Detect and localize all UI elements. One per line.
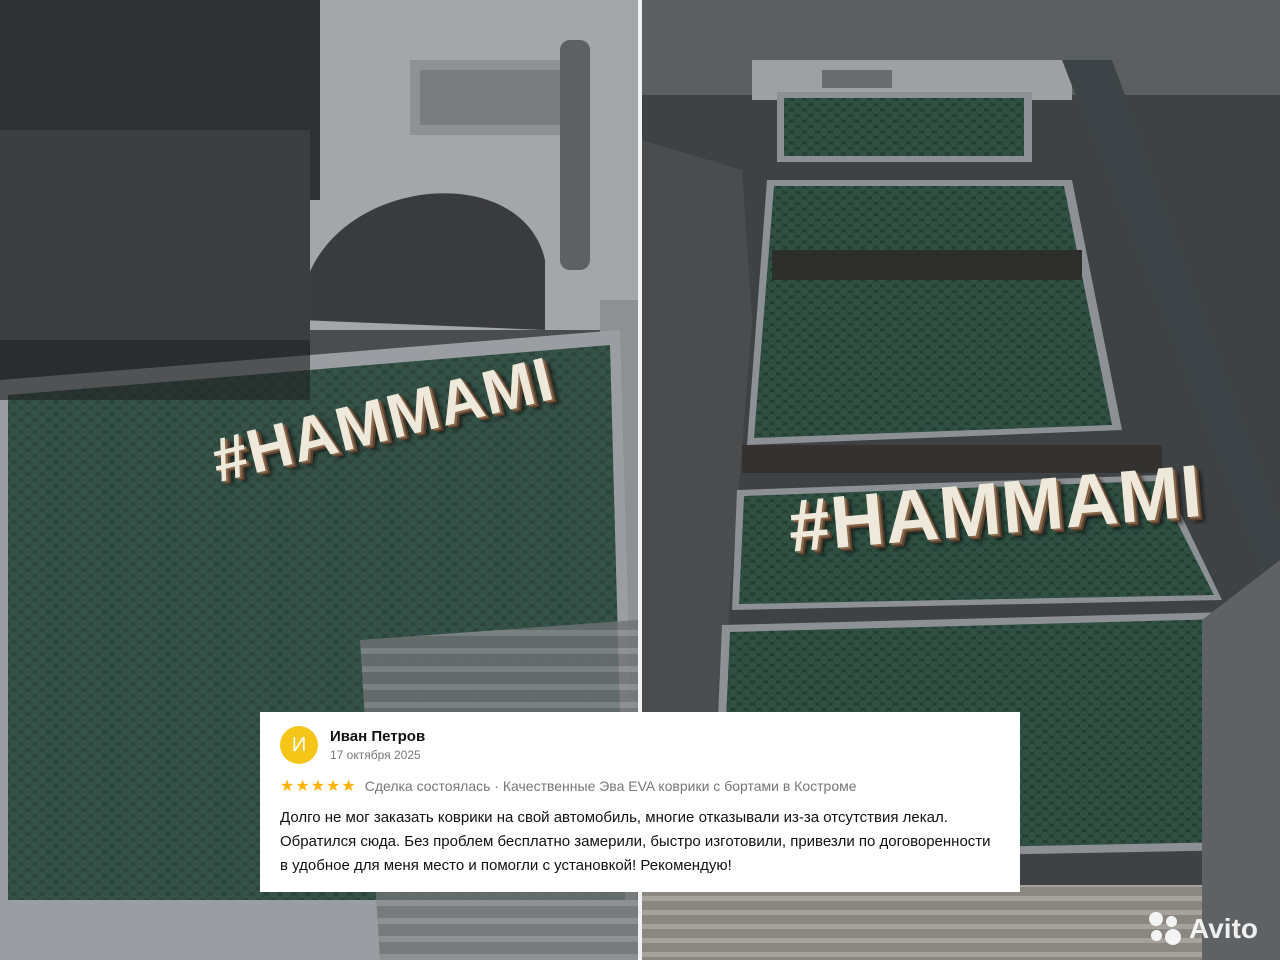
review-text: Долго не мог заказать коврики на свой ав…: [280, 809, 991, 874]
review-meta-row: ★★★★★ Сделка состоялась · Качественные Э…: [280, 776, 1000, 796]
avito-logo-text: Avito: [1189, 913, 1258, 944]
review-author-block: Иван Петров 17 октября 2025: [330, 728, 425, 762]
avito-logo-icon: [1149, 912, 1183, 946]
avito-watermark: Avito: [1149, 912, 1258, 946]
review-header: И Иван Петров 17 октября 2025: [280, 726, 1000, 764]
review-date: 17 октября 2025: [330, 748, 421, 762]
review-deal-info: Сделка состоялась · Качественные Эва EVA…: [364, 778, 857, 794]
star-rating-icon: ★★★★★: [280, 778, 357, 795]
review-author: Иван Петров: [330, 728, 426, 745]
review-card: И Иван Петров 17 октября 2025 ★★★★★ Сдел…: [260, 712, 1020, 892]
avatar: И: [280, 726, 318, 764]
